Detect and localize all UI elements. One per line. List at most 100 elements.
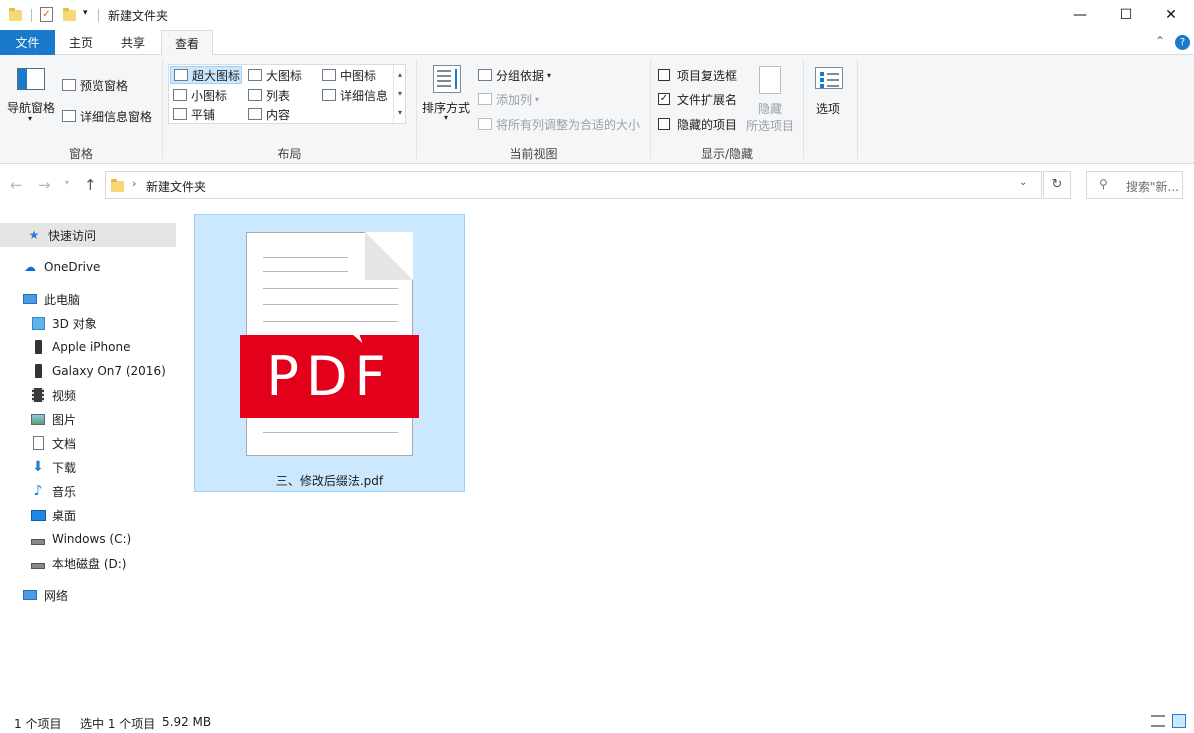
recent-locations-button[interactable]: ▾ (65, 178, 69, 187)
layout-item-label: 内容 (266, 107, 291, 122)
sidebar-item-label: 文档 (52, 436, 77, 451)
desktop-icon (30, 507, 46, 523)
sort-by-button[interactable]: 排序方式 ▾ (420, 63, 474, 127)
layout-small-icons[interactable]: 小图标 (170, 86, 242, 104)
sidebar-item-windows-c[interactable]: Windows (C:) (0, 527, 176, 551)
hide-selected-label-2: 所选项目 (746, 119, 795, 133)
details-view-icon[interactable] (1151, 715, 1165, 727)
folder-icon (111, 179, 124, 192)
sidebar-item-desktop[interactable]: 桌面 (0, 503, 176, 527)
forward-button[interactable]: → (38, 176, 51, 194)
item-checkboxes-checkbox[interactable] (658, 69, 670, 81)
sidebar-item-network[interactable]: 网络 (0, 583, 176, 607)
gallery-scroll[interactable]: ▴ ▾ ▾ (393, 65, 406, 123)
file-extensions-toggle[interactable]: ✓ 文件扩展名 (658, 90, 748, 108)
sidebar-item-label: OneDrive (44, 260, 101, 274)
film-icon (30, 387, 46, 403)
tab-file[interactable]: 文件 (0, 30, 55, 55)
new-folder-icon[interactable] (63, 8, 76, 21)
navigation-pane-button[interactable]: 导航窗格 ▾ (4, 65, 58, 125)
sidebar-item-label: 3D 对象 (52, 316, 97, 331)
sidebar-item-apple-iphone[interactable]: Apple iPhone (0, 335, 176, 359)
file-name[interactable]: 三、修改后缀法.pdf (194, 472, 465, 489)
add-columns-button[interactable]: 添加列 ▾ (478, 90, 568, 108)
size-all-columns-label: 将所有列调整为合适的大小 (496, 117, 641, 132)
sidebar-item-galaxy-on7[interactable]: Galaxy On7 (2016) (0, 359, 176, 383)
item-checkboxes-label: 项目复选框 (677, 68, 738, 83)
panes-group-label: 窗格 (68, 147, 93, 161)
layout-extra-large-icons[interactable]: 超大图标 (170, 66, 242, 84)
sidebar-item-downloads[interactable]: ⬇ 下载 (0, 455, 176, 479)
address-bar[interactable]: › 新建文件夹 ⌄ (105, 171, 1042, 199)
collapse-ribbon-icon[interactable]: ⌃ (1155, 34, 1165, 48)
star-icon: ★ (28, 228, 40, 242)
layout-gallery: 超大图标 大图标 中图标 小图标 列表 详细信息 平铺 内容 ▴ ▾ ▾ (168, 64, 406, 124)
preview-pane-button[interactable]: 预览窗格 (62, 76, 162, 94)
sidebar-item-this-pc[interactable]: 此电脑 (0, 287, 176, 311)
layout-tiles[interactable]: 平铺 (170, 105, 242, 123)
separator (31, 9, 32, 22)
search-input[interactable]: 搜索"新... (1126, 178, 1179, 195)
download-icon: ⬇ (32, 459, 44, 475)
sidebar-item-label: 音乐 (52, 484, 77, 499)
sidebar-item-videos[interactable]: 视频 (0, 383, 176, 407)
hidden-items-checkbox[interactable] (658, 118, 670, 130)
details-pane-button[interactable]: 详细信息窗格 (62, 107, 162, 125)
medium-icons-icon (322, 69, 336, 81)
size-all-columns-button[interactable]: 将所有列调整为合适的大小 (478, 115, 646, 133)
title-bar: ✓ ▾ 新建文件夹 — ☐ ✕ (0, 0, 1194, 30)
back-button[interactable]: ← (10, 176, 23, 194)
search-box[interactable]: ⚲ 搜索"新... (1086, 171, 1183, 199)
tab-home[interactable]: 主页 (56, 30, 106, 55)
file-extensions-checkbox[interactable]: ✓ (658, 93, 670, 105)
large-icons-icon (248, 69, 262, 81)
item-checkboxes-toggle[interactable]: 项目复选框 (658, 66, 748, 84)
hide-selected-icon (759, 66, 781, 94)
address-dropdown-icon[interactable]: ⌄ (1019, 177, 1027, 188)
add-columns-icon (478, 93, 492, 105)
layout-details[interactable]: 详细信息 (319, 86, 393, 104)
layout-medium-icons[interactable]: 中图标 (319, 66, 391, 84)
sidebar-item-documents[interactable]: 文档 (0, 431, 176, 455)
tab-view[interactable]: 查看 (161, 30, 213, 56)
layout-content[interactable]: 内容 (245, 105, 317, 123)
layout-item-label: 详细信息 (340, 88, 389, 103)
group-by-button[interactable]: 分组依据 ▾ (478, 66, 568, 84)
sidebar-item-quick-access[interactable]: ★ 快速访问 (0, 223, 176, 247)
sidebar-item-label: Apple iPhone (52, 340, 131, 354)
large-icons-view-icon[interactable] (1172, 714, 1186, 728)
sidebar-item-label: 图片 (52, 412, 77, 427)
up-button[interactable]: ↑ (84, 176, 97, 194)
close-button[interactable]: ✕ (1148, 0, 1194, 30)
hidden-items-toggle[interactable]: 隐藏的项目 (658, 115, 748, 133)
sidebar-item-music[interactable]: ♪ 音乐 (0, 479, 176, 503)
layout-item-label: 超大图标 (192, 68, 241, 83)
details-icon (322, 89, 336, 101)
minimize-button[interactable]: — (1057, 0, 1103, 30)
network-icon (22, 587, 38, 603)
group-separator (416, 59, 417, 159)
help-icon[interactable]: ? (1175, 35, 1190, 50)
group-separator (857, 59, 858, 159)
layout-large-icons[interactable]: 大图标 (245, 66, 317, 84)
text-line (263, 257, 348, 258)
sidebar-item-label: Windows (C:) (52, 532, 132, 546)
address-path[interactable]: 新建文件夹 (146, 178, 206, 195)
preview-pane-icon (62, 79, 76, 91)
sidebar-item-pictures[interactable]: 图片 (0, 407, 176, 431)
sidebar-item-label: 此电脑 (44, 292, 81, 307)
sidebar-item-local-disk-d[interactable]: 本地磁盘 (D:) (0, 551, 176, 575)
chevron-down-icon[interactable]: ▾ (83, 8, 88, 18)
sidebar-item-onedrive[interactable]: ☁ OneDrive (0, 255, 176, 279)
maximize-button[interactable]: ☐ (1103, 0, 1149, 30)
layout-group-label: 布局 (277, 147, 302, 161)
hide-selected-button[interactable]: 隐藏 所选项目 (744, 64, 798, 134)
details-pane-label: 详细信息窗格 (80, 109, 153, 124)
tab-share[interactable]: 共享 (108, 30, 158, 55)
layout-list[interactable]: 列表 (245, 86, 317, 104)
sidebar-item-3d-objects[interactable]: 3D 对象 (0, 311, 176, 335)
refresh-button[interactable]: ↻ (1043, 171, 1071, 199)
selection-size: 5.92 MB (162, 715, 212, 729)
options-button[interactable]: 选项 (808, 64, 852, 124)
properties-icon[interactable]: ✓ (40, 7, 53, 22)
